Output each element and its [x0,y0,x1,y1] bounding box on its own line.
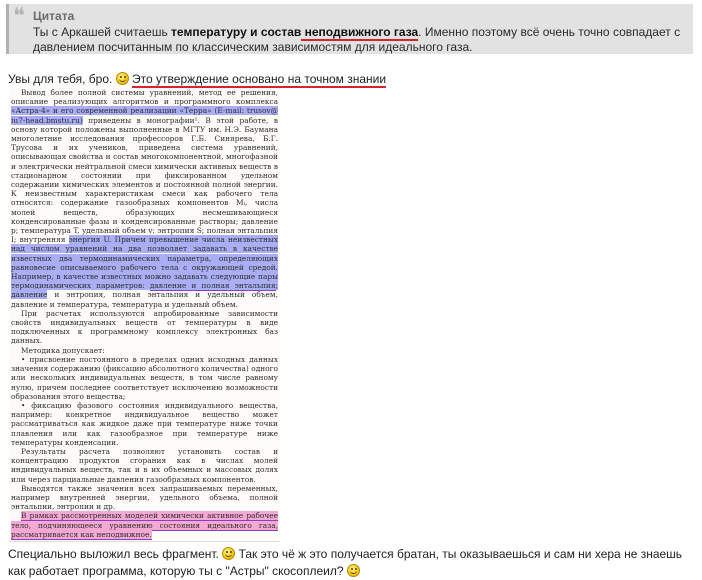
scan-paragraph: Результаты расчета позволяют установить … [11,446,278,484]
post-text-line2: Специально выложил весь фрагмент. Так эт… [8,547,683,578]
post-claim: Это утверждение основано на точном знани… [132,72,387,88]
smiley-icon [222,547,236,560]
quote-text: Ты с Аркашей считаешь температуру и сост… [33,25,681,54]
highlight-stationary-gas: В рамках рассмотренных моделей химически… [11,511,278,540]
scan-paragraph: • присвоение постоянного в пределах одни… [11,354,278,401]
smiley-icon [115,72,129,85]
quote-block: ❝ Цитата Ты с Аркашей считаешь температу… [6,4,693,54]
quote-bold-gas: неподвижного газа [301,25,419,41]
scan-text: Вывод более полной системы уравнений, ме… [11,88,278,540]
scan-paragraph: Методика допускает: [21,345,105,355]
quote-icon: ❝ [13,4,25,29]
quote-title: Цитата [33,9,75,23]
scan-paragraph: Выводятся также значения всех запрашивае… [11,483,278,512]
smiley-icon [346,564,360,577]
post-text-line1: Увы для тебя, бро. Это утверждение основ… [8,72,387,88]
quote-bold-temp: температуру и состав [171,25,302,39]
scanned-book-fragment: Вывод более полной системы уравнений, ме… [9,88,280,542]
scan-paragraph: При расчетах используются апробированные… [11,308,278,346]
scan-paragraph: • фиксацию фазового состояния индивидуал… [11,400,278,447]
